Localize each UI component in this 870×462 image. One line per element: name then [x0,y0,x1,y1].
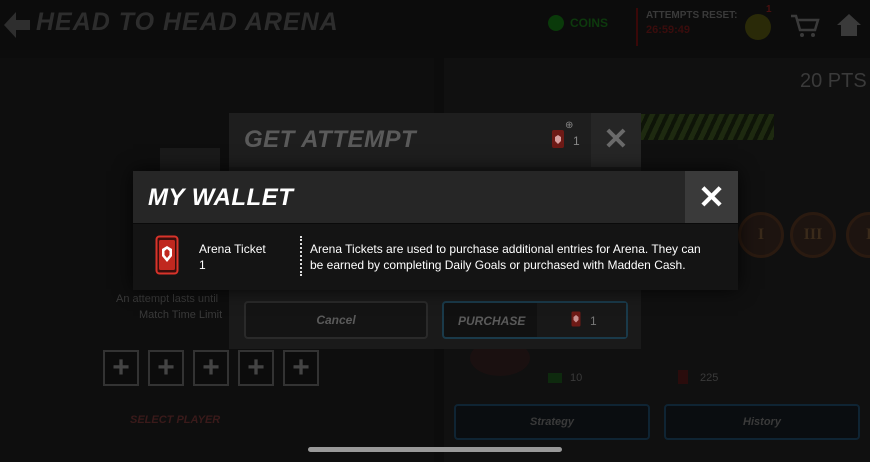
get-attempt-close-button[interactable]: ✕ [591,113,641,167]
arena-ticket-icon [155,235,179,275]
coins-icon [548,15,564,31]
my-wallet-close-button[interactable]: ✕ [685,171,738,223]
arena-ticket-icon [552,130,564,148]
wallet-item-description: Arena Tickets are used to purchase addit… [310,242,701,272]
tier-badge-2: III [790,212,836,258]
header-divider [636,8,638,46]
notification-badge: 1 [766,4,772,15]
attempt-info-line2: Match Time Limit [139,309,223,321]
wallet-item-count: 1 [199,258,206,272]
history-button[interactable]: History [664,404,860,440]
add-player-slot-1[interactable]: + [103,350,139,386]
get-attempt-title: GET ATTEMPT [244,126,417,153]
dotted-divider [300,236,302,276]
back-arrow-icon[interactable] [2,8,32,42]
home-indicator[interactable] [308,447,562,452]
home-icon[interactable] [836,12,862,38]
attempt-info-line1: An attempt lasts until [116,293,219,305]
add-player-slot-2[interactable]: + [148,350,184,386]
select-player-button[interactable]: SELECT PLAYER [130,414,220,426]
get-attempt-ticket-count: 1 [573,134,580,148]
wallet-item-name: Arena Ticket [199,242,266,256]
ticket-cost: 225 [700,372,719,384]
cart-icon[interactable] [790,14,820,38]
add-player-slot-3[interactable]: + [193,350,229,386]
purchase-cost: 1 [590,314,597,328]
goals-check-icon[interactable] [745,14,771,40]
progress-bar [640,114,774,140]
tier-badge-1: I [738,212,784,258]
add-ticket-icon[interactable]: ⊕ [565,120,573,131]
coins-label: COINS [570,16,609,30]
purchase-cost-area [537,303,626,337]
cash-icon [548,373,562,383]
cash-cost: 10 [570,372,583,384]
purchase-label: PURCHASE [458,314,526,328]
purchase-ticket-icon [571,311,581,327]
strategy-button[interactable]: Strategy [454,404,650,440]
add-player-slot-5[interactable]: + [283,350,319,386]
my-wallet-title: MY WALLET [148,184,294,211]
attempts-reset-label: ATTEMPTS RESET: [646,10,738,21]
attempts-reset-timer: 26:59:49 [646,24,691,36]
points-display: 20 PTS [800,70,867,92]
add-player-slot-4[interactable]: + [238,350,274,386]
page-title: HEAD TO HEAD ARENA [36,8,339,36]
ticket-cost-icon [678,370,688,384]
cancel-button[interactable]: Cancel [244,301,428,339]
